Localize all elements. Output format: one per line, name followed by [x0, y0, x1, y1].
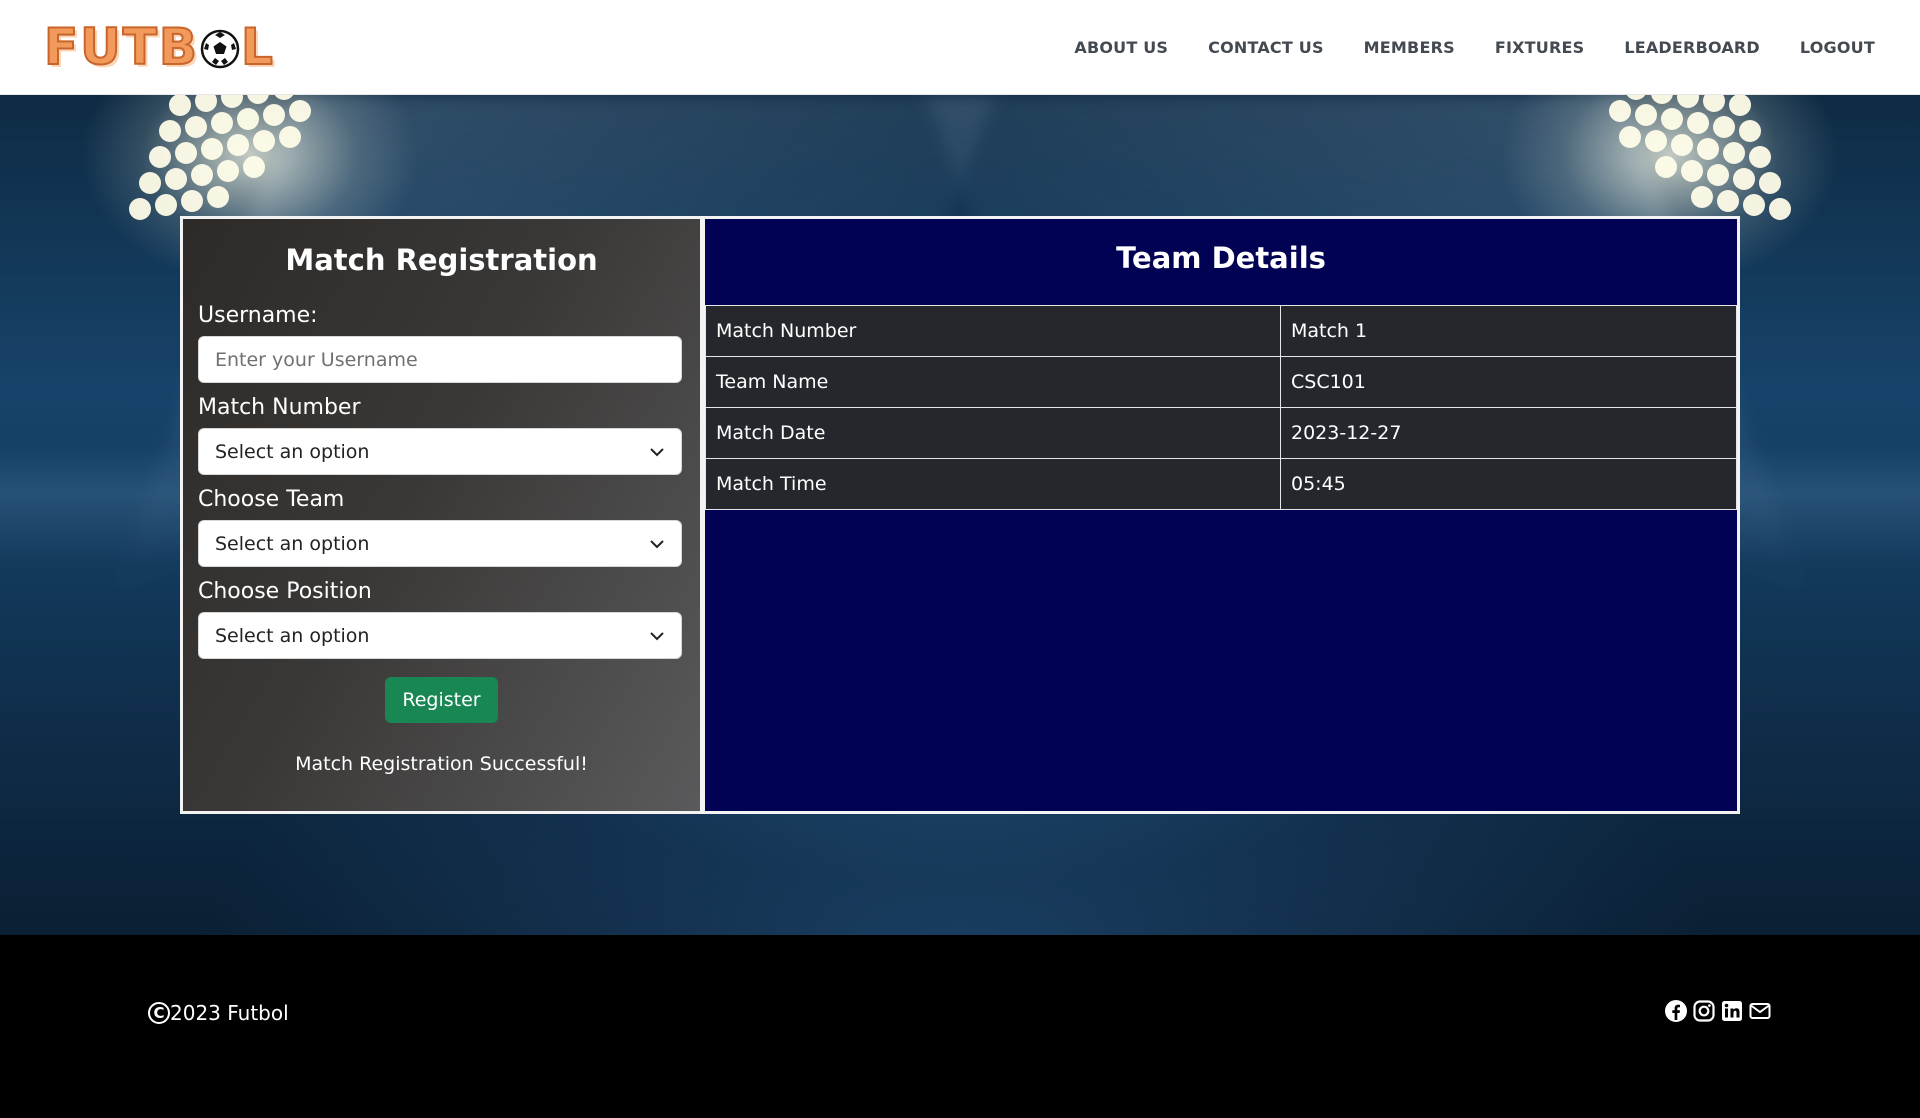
match-number-value: Select an option [215, 440, 370, 463]
nav-members[interactable]: MEMBERS [1364, 38, 1455, 57]
nav-contact-us[interactable]: CONTACT US [1208, 38, 1324, 57]
detail-value: Match 1 [1280, 305, 1737, 357]
chevron-down-icon [650, 631, 664, 640]
top-navbar: FUTB L ABOUT US CONTACT US MEMBERS FIXTU… [0, 0, 1920, 95]
register-button[interactable]: Register [385, 677, 498, 723]
choose-team-value: Select an option [215, 532, 370, 555]
table-row: Team Name CSC101 [705, 356, 1737, 408]
table-row: Match Number Match 1 [705, 305, 1737, 357]
detail-key: Team Name [705, 356, 1281, 408]
nav-fixtures[interactable]: FIXTURES [1495, 38, 1585, 57]
detail-key: Match Number [705, 305, 1281, 357]
detail-key: Match Time [705, 458, 1281, 510]
team-details-title: Team Details [1116, 241, 1326, 275]
username-label: Username: [198, 303, 318, 328]
registration-success-message: Match Registration Successful! [295, 753, 588, 775]
futbol-logo[interactable]: FUTB L [43, 0, 275, 95]
instagram-icon[interactable] [1692, 999, 1716, 1023]
register-button-row: Register [198, 677, 685, 723]
email-icon[interactable] [1748, 999, 1772, 1023]
copyright-text: 2023 Futbol [170, 1001, 289, 1025]
username-input[interactable] [215, 348, 665, 371]
registration-container: Match Registration Username: Match Numbe… [180, 216, 1740, 814]
logo-text-end: L [240, 17, 275, 77]
chevron-down-icon [650, 447, 664, 456]
match-number-label: Match Number [198, 395, 361, 420]
facebook-icon[interactable] [1664, 999, 1688, 1023]
choose-position-select[interactable]: Select an option [198, 612, 682, 659]
nav-about-us[interactable]: ABOUT US [1074, 38, 1168, 57]
match-registration-panel: Match Registration Username: Match Numbe… [183, 219, 700, 811]
detail-value: 05:45 [1280, 458, 1737, 510]
choose-team-select[interactable]: Select an option [198, 520, 682, 567]
choose-position-label: Choose Position [198, 579, 372, 604]
registration-title: Match Registration [285, 243, 598, 277]
main-nav: ABOUT US CONTACT US MEMBERS FIXTURES LEA… [1074, 38, 1875, 57]
table-row: Match Time 05:45 [705, 458, 1737, 510]
table-row: Match Date 2023-12-27 [705, 407, 1737, 459]
social-links [1664, 999, 1772, 1023]
nav-logout[interactable]: LOGOUT [1800, 38, 1875, 57]
choose-team-label: Choose Team [198, 487, 345, 512]
detail-value: 2023-12-27 [1280, 407, 1737, 459]
linkedin-icon[interactable] [1720, 999, 1744, 1023]
soccer-ball-icon [200, 29, 240, 69]
match-number-select[interactable]: Select an option [198, 428, 682, 475]
chevron-down-icon [650, 539, 664, 548]
site-footer: C 2023 Futbol [0, 935, 1920, 1118]
logo-text-start: FUTB [43, 17, 199, 77]
username-field-wrap [198, 336, 682, 383]
team-details-panel: Team Details Match Number Match 1 Team N… [705, 219, 1737, 811]
team-details-table: Match Number Match 1 Team Name CSC101 Ma… [705, 305, 1737, 510]
copyright-icon: C [148, 1002, 170, 1024]
nav-leaderboard[interactable]: LEADERBOARD [1624, 38, 1760, 57]
copyright-notice: C 2023 Futbol [148, 1001, 289, 1025]
detail-value: CSC101 [1280, 356, 1737, 408]
detail-key: Match Date [705, 407, 1281, 459]
choose-position-value: Select an option [215, 624, 370, 647]
